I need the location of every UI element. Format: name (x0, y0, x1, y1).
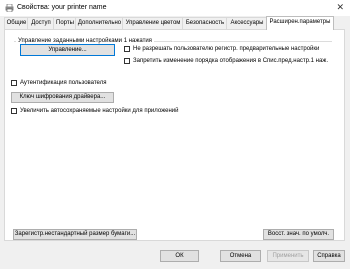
tab-security[interactable]: Безопасность (182, 17, 228, 29)
auto-save-checkbox[interactable] (11, 108, 17, 114)
restore-defaults-button[interactable]: Восст. знач. по умолч. (263, 229, 334, 240)
tab-sharing[interactable]: Доступ (27, 17, 55, 29)
driver-encryption-key-button[interactable]: Ключ шифрования драйвера... (11, 92, 114, 103)
tab-color-management[interactable]: Управление цветом (122, 17, 184, 29)
help-button[interactable]: Справка (313, 250, 345, 262)
tab-general[interactable]: Общие (4, 17, 29, 29)
title-bar: Свойства: your printer name ✕ (0, 0, 350, 16)
printer-icon (5, 4, 14, 12)
tab-ports[interactable]: Порты (53, 17, 77, 29)
ok-button[interactable]: ОК (160, 250, 199, 262)
apply-button[interactable]: Применить (267, 250, 309, 262)
tab-advanced[interactable]: Дополнительно (75, 17, 124, 29)
manage-presets-button[interactable]: Управление... (20, 44, 115, 56)
close-icon[interactable]: ✕ (336, 2, 344, 13)
no-user-register-label: Не разрешать пользователю регистр. предв… (133, 46, 320, 52)
tab-extended-settings[interactable]: Расширен.параметры (266, 16, 334, 30)
tab-strip: Общие Доступ Порты Дополнительно Управле… (4, 16, 346, 30)
auto-save-label: Увеличить автосохраняемые настройки для … (20, 108, 179, 114)
window-title: Свойства: your printer name (17, 4, 107, 11)
lock-display-order-label: Запретить изменение порядка отображения … (133, 58, 328, 64)
user-auth-label: Аутентификация пользователя (20, 80, 107, 86)
lock-display-order-checkbox[interactable] (124, 58, 130, 64)
register-custom-paper-button[interactable]: Зарегистр.нестандартный размер бумаги... (13, 229, 137, 240)
user-auth-checkbox[interactable] (11, 80, 17, 86)
tab-accessories[interactable]: Аксессуары (226, 17, 268, 29)
no-user-register-checkbox[interactable] (124, 46, 130, 52)
cancel-button[interactable]: Отмена (220, 250, 261, 262)
